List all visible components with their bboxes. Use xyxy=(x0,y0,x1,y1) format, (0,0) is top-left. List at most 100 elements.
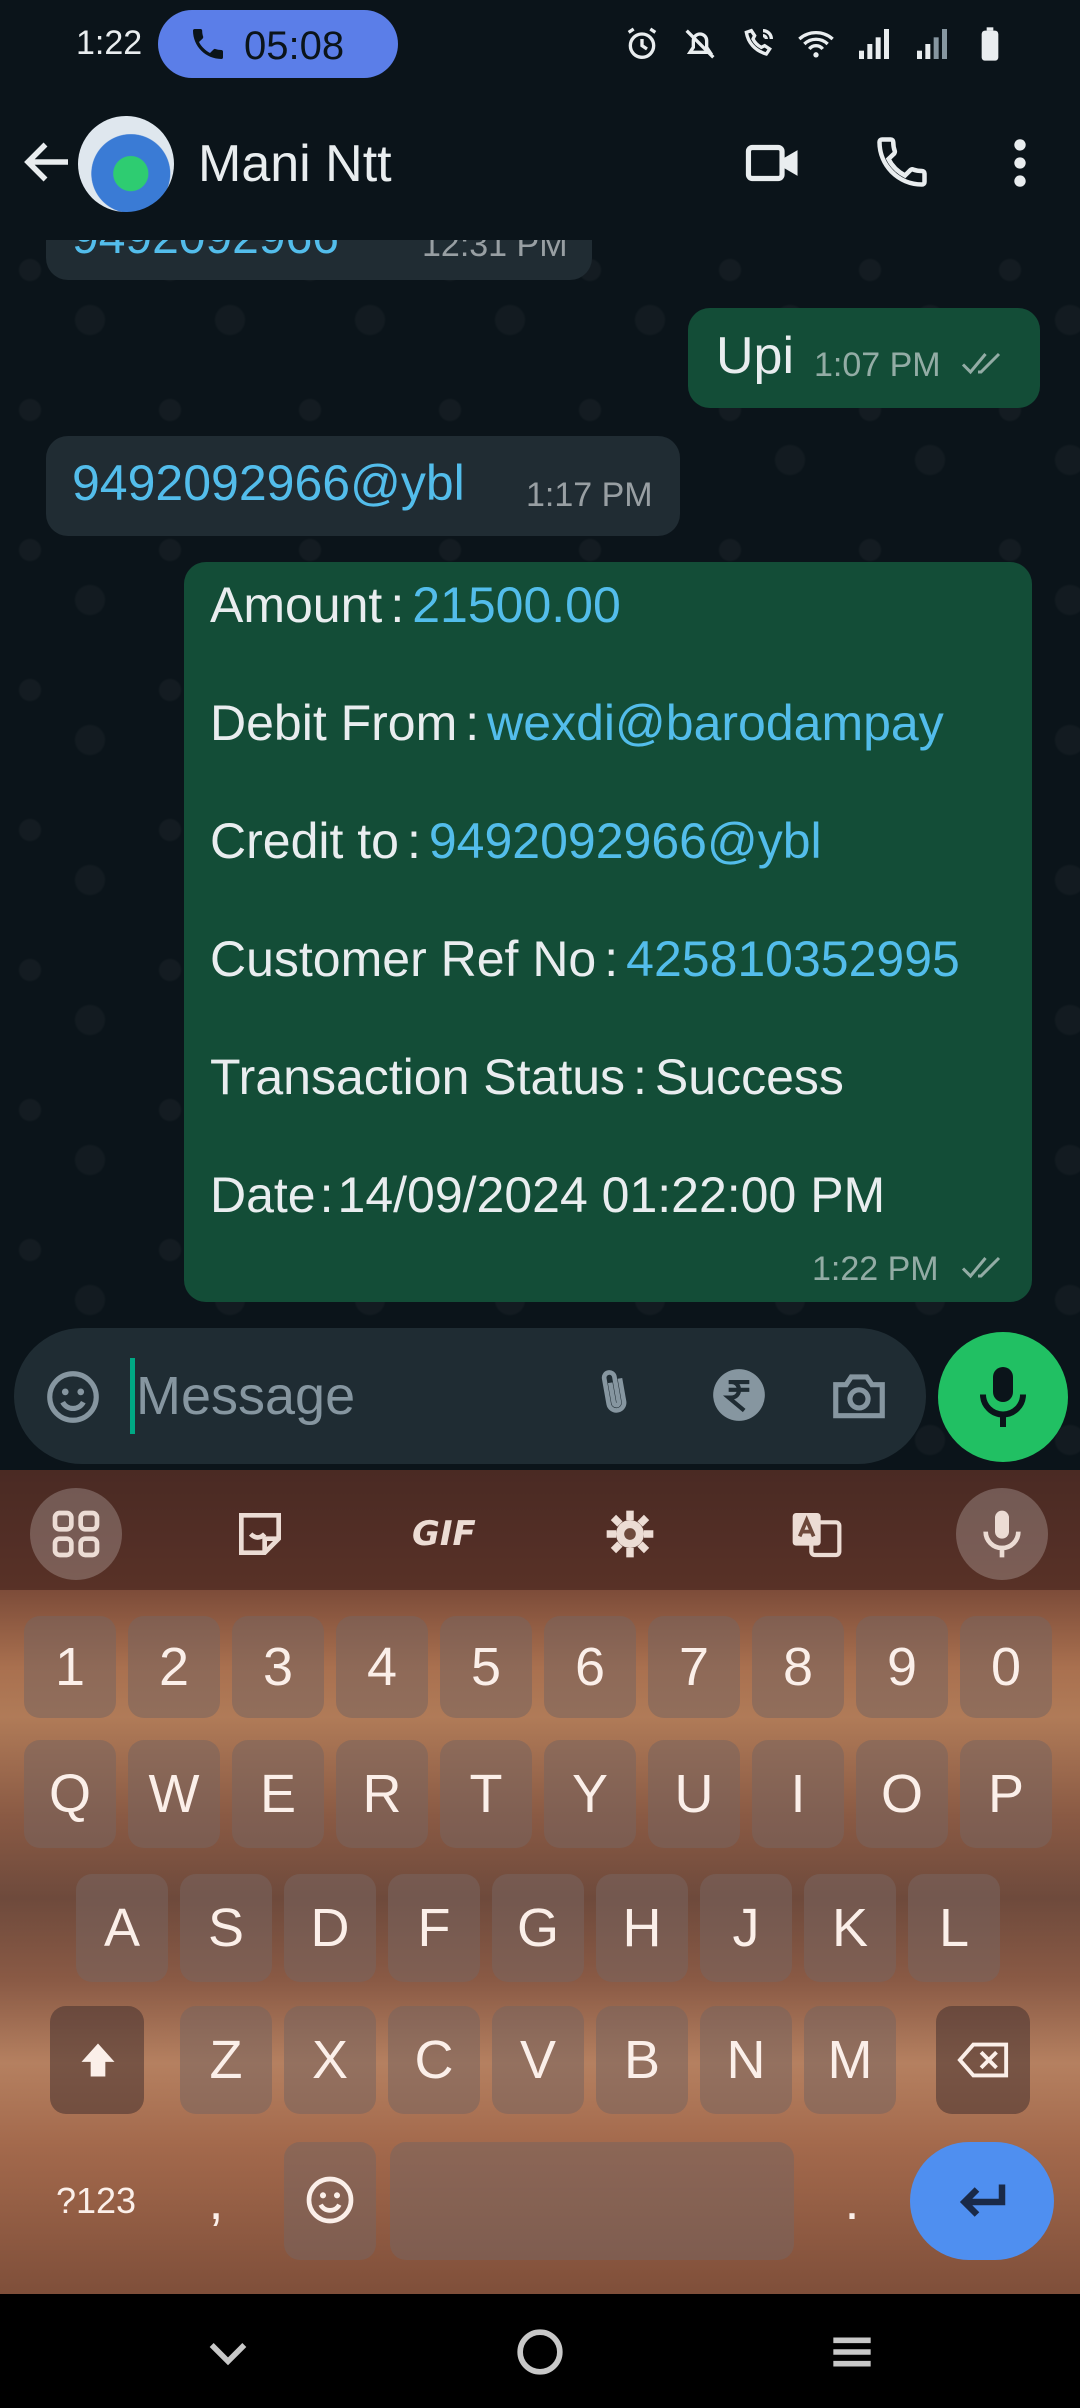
enter-key[interactable] xyxy=(910,2142,1054,2260)
settings-button[interactable] xyxy=(584,1488,676,1580)
more-options-icon[interactable] xyxy=(1000,132,1040,194)
debit-from-link[interactable]: wexdi@barodampay xyxy=(487,695,944,751)
backspace-icon xyxy=(957,2042,1009,2078)
letter-key-q[interactable]: Q xyxy=(24,1740,116,1848)
camera-icon[interactable] xyxy=(828,1364,890,1426)
credit-to-link[interactable]: 9492092966@ybl xyxy=(429,813,822,869)
letter-key-x[interactable]: X xyxy=(284,2006,376,2114)
number-key-9[interactable]: 9 xyxy=(856,1616,948,1718)
apps-grid-button[interactable] xyxy=(30,1488,122,1580)
wifi-icon xyxy=(798,31,834,58)
emoji-icon[interactable] xyxy=(42,1366,104,1428)
number-key-8[interactable]: 8 xyxy=(752,1616,844,1718)
status-time: 1:22 xyxy=(76,24,143,62)
row-label: Customer Ref No xyxy=(210,931,597,987)
letter-key-w[interactable]: W xyxy=(128,1740,220,1848)
attach-icon[interactable] xyxy=(584,1364,646,1426)
letter-key-f[interactable]: F xyxy=(388,1874,480,1982)
read-receipt-icon xyxy=(961,1256,1001,1279)
status-bar: 1:22 05:08 xyxy=(0,0,1080,90)
letter-key-e[interactable]: E xyxy=(232,1740,324,1848)
number-key-4[interactable]: 4 xyxy=(336,1616,428,1718)
transaction-status-row: Transaction Status: Success xyxy=(210,1049,844,1105)
letter-key-d[interactable]: D xyxy=(284,1874,376,1982)
rupee-payment-icon[interactable] xyxy=(708,1364,770,1426)
ongoing-call-pill[interactable]: 05:08 xyxy=(158,10,398,78)
voice-record-button[interactable] xyxy=(938,1332,1068,1462)
contact-avatar[interactable] xyxy=(78,116,174,212)
message-text[interactable]: 9492092966 xyxy=(72,240,339,265)
message-time: 1:17 PM xyxy=(526,476,653,514)
letter-key-z[interactable]: Z xyxy=(180,2006,272,2114)
customer-ref-link[interactable]: 425810352995 xyxy=(626,931,960,987)
letter-key-i[interactable]: I xyxy=(752,1740,844,1848)
backspace-key[interactable] xyxy=(936,2006,1030,2114)
status-icons xyxy=(622,24,1010,64)
letter-key-b[interactable]: B xyxy=(596,2006,688,2114)
number-key-5[interactable]: 5 xyxy=(440,1616,532,1718)
transaction-message[interactable]: Amount:21500.00 Debit From: wexdi@barodam… xyxy=(184,562,1032,1302)
translate-button[interactable] xyxy=(770,1488,862,1580)
symbols-key[interactable]: ?123 xyxy=(40,2142,152,2260)
contact-name[interactable]: Mani Ntt xyxy=(198,134,392,194)
letter-key-a[interactable]: A xyxy=(76,1874,168,1982)
number-key-2[interactable]: 2 xyxy=(128,1616,220,1718)
amount-link[interactable]: 21500.00 xyxy=(412,577,621,633)
sticker-button[interactable] xyxy=(214,1488,306,1580)
number-key-6[interactable]: 6 xyxy=(544,1616,636,1718)
row-label: Amount xyxy=(210,577,383,633)
chat-area[interactable]: 9492092966 12:31 PM Upi 1:07 PM 94920929… xyxy=(0,240,1080,1470)
letter-key-n[interactable]: N xyxy=(700,2006,792,2114)
shift-icon xyxy=(81,2043,115,2077)
alarm-icon xyxy=(627,27,657,60)
message-text: Upi xyxy=(716,327,795,385)
comma-key[interactable]: , xyxy=(170,2142,262,2260)
microphone-icon xyxy=(983,1510,1021,1558)
back-nav-icon[interactable] xyxy=(200,2324,256,2380)
emoji-key[interactable] xyxy=(284,2142,376,2260)
gif-label: GIF xyxy=(412,1514,476,1554)
message-input[interactable] xyxy=(136,1358,556,1434)
message-time: 1:07 PM xyxy=(814,346,941,384)
letter-key-j[interactable]: J xyxy=(700,1874,792,1982)
letter-key-u[interactable]: U xyxy=(648,1740,740,1848)
number-key-1[interactable]: 1 xyxy=(24,1616,116,1718)
incoming-message[interactable]: 9492092966 12:31 PM xyxy=(46,240,592,280)
letter-key-s[interactable]: S xyxy=(180,1874,272,1982)
back-arrow-icon[interactable] xyxy=(18,132,78,192)
row-value: Success xyxy=(654,1049,844,1105)
letter-key-o[interactable]: O xyxy=(856,1740,948,1848)
letter-key-y[interactable]: Y xyxy=(544,1740,636,1848)
period-key[interactable]: . xyxy=(806,2142,898,2260)
space-bar[interactable] xyxy=(390,2142,794,2260)
letter-key-v[interactable]: V xyxy=(492,2006,584,2114)
number-key-7[interactable]: 7 xyxy=(648,1616,740,1718)
row-label: Transaction Status xyxy=(210,1049,626,1105)
row-value: 14/09/2024 01:22:00 PM xyxy=(337,1167,886,1223)
number-key-0[interactable]: 0 xyxy=(960,1616,1052,1718)
wifi-calling-icon xyxy=(744,28,773,56)
gif-button[interactable]: GIF xyxy=(398,1488,490,1580)
read-receipt-icon xyxy=(961,352,1001,375)
outgoing-message[interactable]: Upi 1:07 PM xyxy=(688,308,1040,408)
phone-icon xyxy=(193,29,223,59)
letter-key-p[interactable]: P xyxy=(960,1740,1052,1848)
letter-key-l[interactable]: L xyxy=(908,1874,1000,1982)
upi-id-link[interactable]: 9492092966@ybl xyxy=(72,454,465,512)
letter-key-c[interactable]: C xyxy=(388,2006,480,2114)
recents-nav-icon[interactable] xyxy=(824,2324,880,2380)
shift-key[interactable] xyxy=(50,2006,144,2114)
home-nav-icon[interactable] xyxy=(512,2324,568,2380)
letter-key-h[interactable]: H xyxy=(596,1874,688,1982)
voice-call-icon[interactable] xyxy=(872,132,932,192)
incoming-message[interactable]: 9492092966@ybl 1:17 PM xyxy=(46,436,680,536)
letter-key-k[interactable]: K xyxy=(804,1874,896,1982)
number-key-3[interactable]: 3 xyxy=(232,1616,324,1718)
voice-typing-button[interactable] xyxy=(956,1488,1048,1580)
letter-key-r[interactable]: R xyxy=(336,1740,428,1848)
video-call-icon[interactable] xyxy=(742,132,804,194)
letter-key-g[interactable]: G xyxy=(492,1874,584,1982)
chat-header: Mani Ntt xyxy=(0,90,1080,240)
letter-key-t[interactable]: T xyxy=(440,1740,532,1848)
letter-key-m[interactable]: M xyxy=(804,2006,896,2114)
